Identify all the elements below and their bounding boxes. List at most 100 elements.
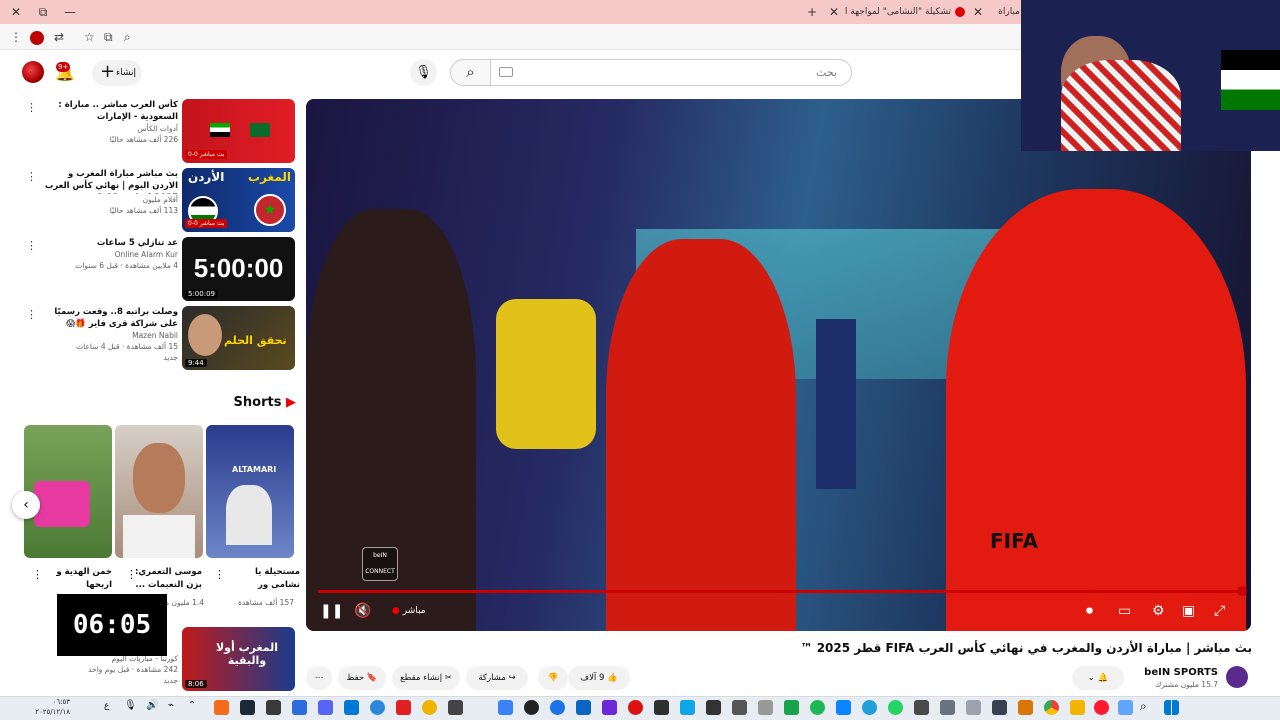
subscribed-button[interactable]: 🔔 ⌄ xyxy=(1072,666,1124,690)
volume-tray-icon[interactable]: 🔊 xyxy=(146,700,158,711)
taskbar-app-icon[interactable] xyxy=(396,700,411,715)
keyboard-icon[interactable] xyxy=(499,67,513,77)
clip-button[interactable]: ✂ إنشاء مقطع xyxy=(392,666,460,690)
restore-window-icon[interactable]: ⧉ xyxy=(35,4,51,20)
more-options-icon[interactable]: ⋮ xyxy=(32,568,43,581)
voice-search-mic-icon[interactable]: 🎙 xyxy=(410,59,437,86)
menu-icon[interactable]: ⋮ xyxy=(10,29,22,45)
dislike-button[interactable]: 👎 xyxy=(538,666,568,690)
taskbar-app-icon[interactable] xyxy=(628,700,643,715)
taskbar-app-icon[interactable] xyxy=(940,700,955,715)
minimize-window-icon[interactable]: — xyxy=(62,4,78,20)
channel-name[interactable]: أفلام مليون xyxy=(40,194,178,205)
taskbar-app-icon[interactable] xyxy=(422,700,437,715)
live-indicator[interactable]: ● مباشر xyxy=(392,601,426,621)
create-button[interactable]: + إنشاء xyxy=(92,60,142,86)
taskbar-app-icon[interactable] xyxy=(706,700,721,715)
video-thumbnail[interactable]: تحقق الحلم 9:44 xyxy=(182,306,295,370)
taskbar-app-icon[interactable] xyxy=(370,700,385,715)
search-button[interactable]: ⌕ xyxy=(450,59,490,86)
taskbar-app-icon[interactable] xyxy=(214,700,229,715)
progress-scrubber[interactable] xyxy=(1237,586,1247,596)
taskbar-search-icon[interactable]: ⌕ xyxy=(1140,699,1147,714)
spotify-icon[interactable] xyxy=(810,700,825,715)
close-window-icon[interactable]: ✕ xyxy=(8,4,24,20)
taskbar-app-icon[interactable] xyxy=(498,700,513,715)
taskbar-app-icon[interactable] xyxy=(836,700,851,715)
taskbar-app-icon[interactable] xyxy=(266,700,281,715)
channel-name[interactable]: Mazen Nabil xyxy=(40,330,178,341)
shorts-previous-button[interactable]: ‹ xyxy=(12,491,40,519)
mic-tray-icon[interactable]: 🎙 xyxy=(124,700,137,711)
discord-icon[interactable] xyxy=(318,700,333,715)
channel-name[interactable]: beIN SPORTS xyxy=(1130,666,1218,680)
recommended-video[interactable]: 0-0 بث مباشر كأس العرب مباشر .. مباراة :… xyxy=(20,99,296,165)
taskbar-app-icon[interactable] xyxy=(654,700,669,715)
mute-icon[interactable]: 🔇 xyxy=(354,601,371,621)
network-tray-icon[interactable]: ⌁ xyxy=(168,700,174,711)
more-options-icon[interactable]: ⋮ xyxy=(26,170,37,183)
taskbar-app-icon[interactable] xyxy=(576,700,591,715)
settings-gear-icon[interactable]: ⚙ xyxy=(1152,601,1165,621)
taskbar-app-icon[interactable] xyxy=(732,700,747,715)
video-thumbnail[interactable]: 5:00:00 5:00:09 xyxy=(182,237,295,301)
input-language-indicator[interactable]: ع xyxy=(104,701,109,711)
tray-overflow-icon[interactable]: ⌃ xyxy=(188,700,196,711)
video-title[interactable]: كأس العرب مباشر .. مباراة : السعودية - ا… xyxy=(40,99,178,123)
taskbar-app-icon[interactable] xyxy=(914,700,929,715)
taskbar-app-icon[interactable] xyxy=(550,700,565,715)
channel-name[interactable]: أدوات الكأس xyxy=(40,123,178,134)
opera-icon[interactable] xyxy=(1094,700,1109,715)
video-title[interactable]: وصلت براتبه 8.. وقعت رسميًا على شراكة قر… xyxy=(40,306,178,330)
taskbar-app-icon[interactable] xyxy=(1118,700,1133,715)
tab-search-icon[interactable]: ⧉ xyxy=(104,29,113,45)
more-options-icon[interactable]: ⋮ xyxy=(26,308,37,321)
video-title[interactable]: بث مباشر مباراة المغرب و الاردن اليوم | … xyxy=(40,168,178,194)
like-button[interactable]: 👍 9 آلاف xyxy=(568,666,630,690)
video-thumbnail[interactable]: الأردن المغرب ★ 0-0 بث مباشر xyxy=(182,168,295,232)
more-options-icon[interactable]: ⋮ xyxy=(26,239,37,252)
video-thumbnail[interactable]: 0-0 بث مباشر xyxy=(182,99,295,163)
short-thumbnail[interactable] xyxy=(24,425,112,558)
taskbar-app-icon[interactable] xyxy=(448,700,463,715)
new-tab-button[interactable]: + xyxy=(804,4,820,20)
telegram-icon[interactable] xyxy=(862,700,877,715)
taskbar-app-icon[interactable] xyxy=(602,700,617,715)
pause-icon[interactable]: ❚❚ xyxy=(320,601,343,621)
more-options-icon[interactable]: ⋮ xyxy=(126,568,137,581)
subtitles-icon[interactable]: ▭ xyxy=(1118,601,1131,621)
zoom-icon[interactable]: ⌕ xyxy=(124,29,131,45)
taskbar-clock[interactable]: ٠٦:٥٣ ٢٠٢٥/١٢/١٨ xyxy=(10,697,70,717)
taskbar-app-icon[interactable] xyxy=(1018,700,1033,715)
recommended-video[interactable]: الأردن المغرب ★ 0-0 بث مباشر بث مباشر مب… xyxy=(20,168,296,234)
profile-avatar[interactable] xyxy=(30,31,44,45)
taskbar-app-icon[interactable] xyxy=(966,700,981,715)
live-progress-bar[interactable] xyxy=(318,590,1243,593)
star-icon[interactable]: ☆ xyxy=(84,29,95,45)
video-thumbnail[interactable]: المغرب أولا والبقية 8:06 xyxy=(182,627,295,691)
close-tab-icon[interactable]: ✕ xyxy=(970,4,986,20)
short-thumbnail[interactable] xyxy=(115,425,203,558)
more-actions-button[interactable]: ⋯ xyxy=(306,666,332,690)
taskbar-app-icon[interactable] xyxy=(758,700,773,715)
taskbar-app-icon[interactable] xyxy=(680,700,695,715)
tab-active[interactable]: تشكيلة "النشامى" لمواجهة المغرب في xyxy=(845,4,969,20)
bookmark-manager-icon[interactable]: ⇄ xyxy=(54,29,64,45)
recommended-video[interactable]: تحقق الحلم 9:44 وصلت براتبه 8.. وقعت رسم… xyxy=(20,306,296,372)
account-avatar[interactable] xyxy=(22,61,44,83)
video-player[interactable]: FIFA beIN CONNECT ❚❚ 🔇 ● مباشر ⏺ ▭ ⚙ ▣ ⤢ xyxy=(306,99,1251,631)
autoplay-toggle-icon[interactable]: ⏺ xyxy=(1086,601,1093,621)
fullscreen-icon[interactable]: ⤢ xyxy=(1214,601,1225,621)
taskbar-app-icon[interactable] xyxy=(344,700,359,715)
steam-icon[interactable] xyxy=(240,700,255,715)
tab-2[interactable]: مباراة xyxy=(988,4,1020,20)
search-input[interactable]: بحث xyxy=(490,59,852,86)
short-thumbnail[interactable]: ALTAMARI xyxy=(206,425,294,558)
video-title[interactable]: عد تنازلي 5 ساعات xyxy=(40,237,178,249)
taskbar-app-icon[interactable] xyxy=(524,700,539,715)
close-tab-icon[interactable]: ✕ xyxy=(826,4,842,20)
save-button[interactable]: 🔖 حفظ xyxy=(338,666,386,690)
windows-start-icon[interactable] xyxy=(1164,700,1179,715)
taskbar-app-icon[interactable] xyxy=(992,700,1007,715)
short-title[interactable]: موسى التعمري: بزن النعيمات ... xyxy=(130,566,202,592)
